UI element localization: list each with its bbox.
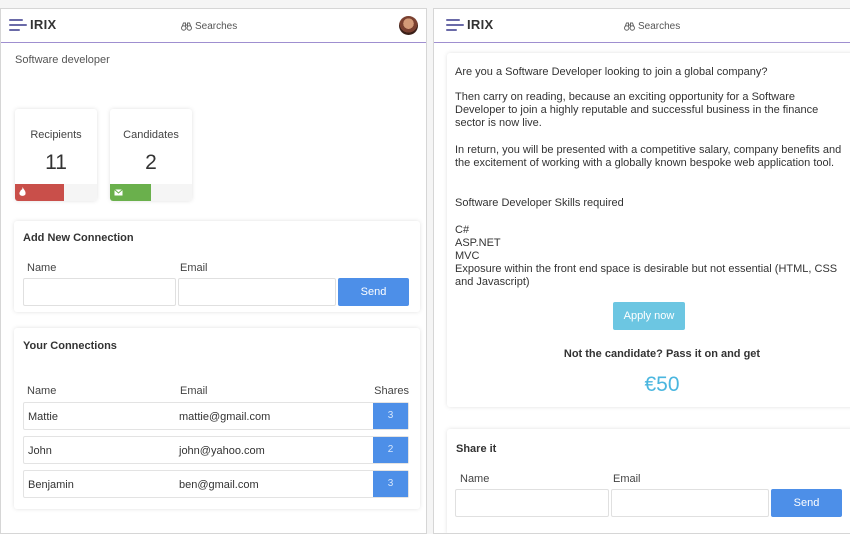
name-input[interactable]: [23, 278, 176, 306]
share-name-input[interactable]: [455, 489, 609, 517]
skills-heading: Software Developer Skills required: [455, 197, 624, 209]
connection-email: mattie@gmail.com: [179, 411, 271, 423]
add-connection-card: Add New Connection Name Email Send: [14, 221, 420, 312]
searches-link[interactable]: Searches: [624, 21, 680, 32]
logo-text: IRIX: [467, 17, 494, 32]
connection-email: john@yahoo.com: [179, 445, 265, 457]
connection-name: John: [28, 445, 52, 457]
name-label: Name: [460, 473, 490, 485]
candidates-progress-bar: [110, 184, 151, 201]
connection-name: Mattie: [28, 411, 58, 423]
shares-badge[interactable]: 3: [373, 471, 408, 497]
stat-label: Candidates: [123, 129, 179, 141]
stat-label: Recipients: [30, 129, 82, 141]
searches-label: Searches: [195, 21, 238, 32]
reward-amount: €50: [644, 373, 680, 396]
skill-item: Exposure within the front end space is d…: [455, 263, 838, 288]
binoculars-icon: [624, 22, 635, 31]
share-title: Share it: [456, 443, 497, 455]
page-title: Software developer: [15, 54, 110, 66]
logo[interactable]: IRIX: [446, 17, 493, 32]
add-connection-title: Add New Connection: [23, 232, 134, 244]
recipients-card: Recipients 11: [15, 109, 97, 201]
share-card: Share it Name Email Send: [447, 429, 850, 533]
top-bar: IRIX Searches: [434, 9, 850, 43]
recipients-progress-bar: [15, 184, 65, 201]
logo-text: IRIX: [30, 17, 57, 32]
searches-link[interactable]: Searches: [181, 21, 237, 32]
binoculars-icon: [181, 22, 192, 31]
skill-item: C#: [455, 224, 470, 236]
avatar[interactable]: [399, 16, 418, 35]
skill-item: ASP.NET: [455, 237, 501, 249]
stat-value: 11: [45, 151, 67, 174]
searches-label: Searches: [638, 21, 681, 32]
candidates-card: Candidates 2: [110, 109, 192, 201]
shares-badge[interactable]: 2: [373, 437, 408, 463]
shares-badge[interactable]: 3: [373, 403, 408, 429]
mail-icon: [114, 189, 123, 196]
email-column-header: Email: [180, 385, 208, 397]
email-label: Email: [613, 473, 641, 485]
shares-column-header: Shares: [374, 385, 409, 397]
connection-email: ben@gmail.com: [179, 479, 259, 491]
send-button[interactable]: Send: [338, 278, 409, 306]
share-email-input[interactable]: [611, 489, 769, 517]
connections-title: Your Connections: [23, 340, 117, 352]
share-send-button[interactable]: Send: [771, 489, 842, 517]
pass-on-text: Not the candidate? Pass it on and get: [563, 348, 761, 360]
apply-now-button[interactable]: Apply now: [613, 302, 685, 330]
menu-icon[interactable]: [9, 18, 27, 31]
top-bar: IRIX Searches: [1, 9, 426, 43]
right-pane: IRIX Searches Are you a Software Develop…: [433, 8, 850, 534]
skill-item: MVC: [455, 250, 480, 262]
flame-icon: [19, 187, 26, 196]
connection-name: Benjamin: [28, 479, 74, 491]
left-pane: IRIX Searches Software developer Recipie…: [0, 8, 427, 534]
table-row[interactable]: Mattie mattie@gmail.com 3: [23, 402, 409, 430]
email-label: Email: [180, 262, 208, 274]
name-label: Name: [27, 262, 57, 274]
table-row[interactable]: John john@yahoo.com 2: [23, 436, 409, 464]
job-paragraph: Then carry on reading, because an exciti…: [455, 91, 819, 129]
table-row[interactable]: Benjamin ben@gmail.com 3: [23, 470, 409, 498]
job-description-card: Are you a Software Developer looking to …: [447, 53, 850, 407]
menu-icon[interactable]: [446, 18, 464, 31]
logo[interactable]: IRIX: [9, 17, 56, 32]
name-column-header: Name: [27, 385, 57, 397]
email-input[interactable]: [178, 278, 336, 306]
stat-value: 2: [145, 151, 157, 174]
job-intro: Are you a Software Developer looking to …: [455, 66, 768, 78]
job-paragraph: In return, you will be presented with a …: [455, 144, 842, 169]
connections-card: Your Connections Name Email Shares Matti…: [14, 328, 420, 509]
